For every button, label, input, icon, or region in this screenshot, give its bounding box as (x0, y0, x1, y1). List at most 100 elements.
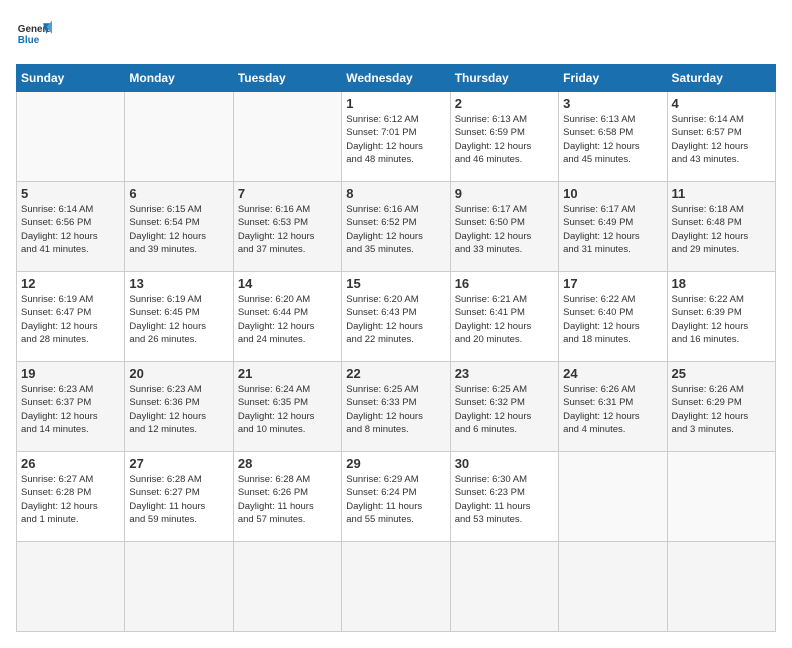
calendar-cell (450, 542, 558, 632)
day-info: Sunrise: 6:13 AM Sunset: 6:58 PM Dayligh… (563, 113, 662, 166)
calendar-cell: 2Sunrise: 6:13 AM Sunset: 6:59 PM Daylig… (450, 92, 558, 182)
day-info: Sunrise: 6:25 AM Sunset: 6:32 PM Dayligh… (455, 383, 554, 436)
day-info: Sunrise: 6:21 AM Sunset: 6:41 PM Dayligh… (455, 293, 554, 346)
day-info: Sunrise: 6:17 AM Sunset: 6:49 PM Dayligh… (563, 203, 662, 256)
calendar-cell: 29Sunrise: 6:29 AM Sunset: 6:24 PM Dayli… (342, 452, 450, 542)
day-info: Sunrise: 6:27 AM Sunset: 6:28 PM Dayligh… (21, 473, 120, 526)
header: General Blue (16, 16, 776, 52)
calendar-cell (233, 92, 341, 182)
calendar-cell: 13 Sunrise: 6:19 AM Sunset: 6:45 PM Dayli… (125, 272, 233, 362)
day-number: 28 (238, 456, 337, 471)
logo: General Blue (16, 16, 52, 52)
calendar-cell: 8 Sunrise: 6:16 AM Sunset: 6:52 PM Daylig… (342, 182, 450, 272)
day-info: Sunrise: 6:28 AM Sunset: 6:26 PM Dayligh… (238, 473, 337, 526)
weekday-header: Tuesday (233, 65, 341, 92)
calendar-cell (125, 542, 233, 632)
day-info: Sunrise: 6:14 AM Sunset: 6:56 PM Dayligh… (21, 203, 120, 256)
day-info: Sunrise: 6:22 AM Sunset: 6:39 PM Dayligh… (672, 293, 771, 346)
calendar-cell (17, 542, 125, 632)
day-info: Sunrise: 6:16 AM Sunset: 6:52 PM Dayligh… (346, 203, 445, 256)
calendar-cell (342, 542, 450, 632)
day-info: Sunrise: 6:13 AM Sunset: 6:59 PM Dayligh… (455, 113, 554, 166)
day-number: 22 (346, 366, 445, 381)
weekday-header: Sunday (17, 65, 125, 92)
day-number: 23 (455, 366, 554, 381)
day-number: 13 (129, 276, 228, 291)
calendar-cell (667, 542, 775, 632)
weekday-header: Thursday (450, 65, 558, 92)
day-info: Sunrise: 6:26 AM Sunset: 6:29 PM Dayligh… (672, 383, 771, 436)
day-number: 16 (455, 276, 554, 291)
calendar-cell: 25 Sunrise: 6:26 AM Sunset: 6:29 PM Dayli… (667, 362, 775, 452)
calendar-cell: 6 Sunrise: 6:15 AM Sunset: 6:54 PM Daylig… (125, 182, 233, 272)
day-number: 10 (563, 186, 662, 201)
svg-text:Blue: Blue (18, 35, 40, 46)
calendar-cell: 21 Sunrise: 6:24 AM Sunset: 6:35 PM Dayli… (233, 362, 341, 452)
day-number: 7 (238, 186, 337, 201)
day-number: 29 (346, 456, 445, 471)
calendar-cell: 18Sunrise: 6:22 AM Sunset: 6:39 PM Dayli… (667, 272, 775, 362)
calendar-cell: 24Sunrise: 6:26 AM Sunset: 6:31 PM Dayli… (559, 362, 667, 452)
day-number: 27 (129, 456, 228, 471)
day-info: Sunrise: 6:15 AM Sunset: 6:54 PM Dayligh… (129, 203, 228, 256)
day-number: 1 (346, 96, 445, 111)
day-number: 14 (238, 276, 337, 291)
calendar-cell (559, 542, 667, 632)
day-info: Sunrise: 6:19 AM Sunset: 6:45 PM Dayligh… (129, 293, 228, 346)
calendar-table: SundayMondayTuesdayWednesdayThursdayFrid… (16, 64, 776, 632)
day-number: 21 (238, 366, 337, 381)
day-info: Sunrise: 6:20 AM Sunset: 6:43 PM Dayligh… (346, 293, 445, 346)
day-info: Sunrise: 6:20 AM Sunset: 6:44 PM Dayligh… (238, 293, 337, 346)
calendar-cell: 9 Sunrise: 6:17 AM Sunset: 6:50 PM Daylig… (450, 182, 558, 272)
calendar-cell: 5 Sunrise: 6:14 AM Sunset: 6:56 PM Daylig… (17, 182, 125, 272)
day-number: 20 (129, 366, 228, 381)
day-number: 11 (672, 186, 771, 201)
day-number: 5 (21, 186, 120, 201)
day-number: 9 (455, 186, 554, 201)
calendar-cell: 23 Sunrise: 6:25 AM Sunset: 6:32 PM Dayli… (450, 362, 558, 452)
calendar-cell: 1 Sunrise: 6:12 AM Sunset: 7:01 PM Daylig… (342, 92, 450, 182)
calendar-cell (667, 452, 775, 542)
calendar-cell: 28 Sunrise: 6:28 AM Sunset: 6:26 PM Dayli… (233, 452, 341, 542)
calendar-cell: 20 Sunrise: 6:23 AM Sunset: 6:36 PM Dayli… (125, 362, 233, 452)
day-number: 6 (129, 186, 228, 201)
day-info: Sunrise: 6:16 AM Sunset: 6:53 PM Dayligh… (238, 203, 337, 256)
calendar-cell: 19 Sunrise: 6:23 AM Sunset: 6:37 PM Dayli… (17, 362, 125, 452)
calendar-cell: 12Sunrise: 6:19 AM Sunset: 6:47 PM Dayli… (17, 272, 125, 362)
day-number: 17 (563, 276, 662, 291)
day-info: Sunrise: 6:30 AM Sunset: 6:23 PM Dayligh… (455, 473, 554, 526)
day-info: Sunrise: 6:24 AM Sunset: 6:35 PM Dayligh… (238, 383, 337, 436)
day-info: Sunrise: 6:26 AM Sunset: 6:31 PM Dayligh… (563, 383, 662, 436)
calendar-cell: 16 Sunrise: 6:21 AM Sunset: 6:41 PM Dayli… (450, 272, 558, 362)
calendar-cell: 17Sunrise: 6:22 AM Sunset: 6:40 PM Dayli… (559, 272, 667, 362)
logo-icon: General Blue (16, 16, 52, 52)
calendar-cell: 10 Sunrise: 6:17 AM Sunset: 6:49 PM Dayli… (559, 182, 667, 272)
calendar-cell (233, 542, 341, 632)
day-number: 25 (672, 366, 771, 381)
calendar-cell: 7 Sunrise: 6:16 AM Sunset: 6:53 PM Daylig… (233, 182, 341, 272)
day-number: 30 (455, 456, 554, 471)
calendar-cell: 26 Sunrise: 6:27 AM Sunset: 6:28 PM Dayli… (17, 452, 125, 542)
weekday-header: Friday (559, 65, 667, 92)
calendar-cell: 4Sunrise: 6:14 AM Sunset: 6:57 PM Daylig… (667, 92, 775, 182)
calendar-cell: 22 Sunrise: 6:25 AM Sunset: 6:33 PM Dayli… (342, 362, 450, 452)
day-info: Sunrise: 6:28 AM Sunset: 6:27 PM Dayligh… (129, 473, 228, 526)
day-number: 19 (21, 366, 120, 381)
day-info: Sunrise: 6:23 AM Sunset: 6:37 PM Dayligh… (21, 383, 120, 436)
day-info: Sunrise: 6:12 AM Sunset: 7:01 PM Dayligh… (346, 113, 445, 166)
day-info: Sunrise: 6:17 AM Sunset: 6:50 PM Dayligh… (455, 203, 554, 256)
calendar-cell: 11Sunrise: 6:18 AM Sunset: 6:48 PM Dayli… (667, 182, 775, 272)
day-number: 3 (563, 96, 662, 111)
day-number: 26 (21, 456, 120, 471)
weekday-header: Saturday (667, 65, 775, 92)
calendar-header: SundayMondayTuesdayWednesdayThursdayFrid… (17, 65, 776, 92)
day-info: Sunrise: 6:25 AM Sunset: 6:33 PM Dayligh… (346, 383, 445, 436)
day-number: 15 (346, 276, 445, 291)
calendar-cell: 27 Sunrise: 6:28 AM Sunset: 6:27 PM Dayli… (125, 452, 233, 542)
weekday-header: Wednesday (342, 65, 450, 92)
calendar-cell (559, 452, 667, 542)
day-info: Sunrise: 6:23 AM Sunset: 6:36 PM Dayligh… (129, 383, 228, 436)
day-info: Sunrise: 6:14 AM Sunset: 6:57 PM Dayligh… (672, 113, 771, 166)
day-number: 8 (346, 186, 445, 201)
calendar-cell: 15 Sunrise: 6:20 AM Sunset: 6:43 PM Dayli… (342, 272, 450, 362)
